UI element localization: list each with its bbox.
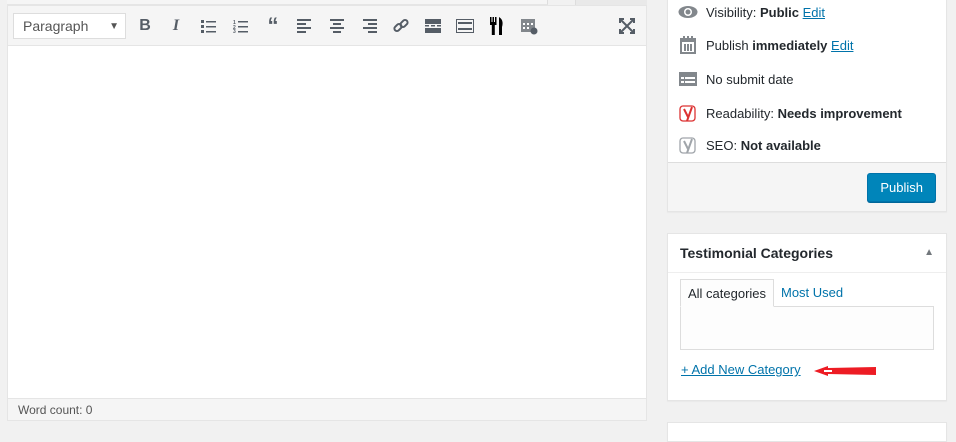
align-left-button[interactable] [293,14,317,38]
format-select[interactable]: Paragraph ▼ [13,13,126,39]
word-count: Word count: 0 [8,398,646,420]
testimonial-categories-box: Testimonial Categories ▲ All categories M… [667,233,947,401]
chevron-down-icon: ▼ [109,21,119,32]
numbered-list-button[interactable]: 123 [229,14,253,38]
bold-button[interactable]: B [133,14,157,38]
bulleted-list-button[interactable] [197,14,221,38]
add-new-category-link[interactable]: + Add New Category [681,362,801,377]
readability-row: Readability: Needs improvement [678,103,902,123]
readability-value: Needs improvement [777,105,902,121]
visibility-label: Visibility: [706,4,757,20]
yoast-readability-icon [678,103,698,123]
seo-label: SEO: [706,137,738,153]
eye-icon [678,2,698,22]
submit-date-text: No submit date [706,71,794,87]
align-center-button[interactable] [325,14,349,38]
italic-button[interactable]: I [164,14,188,38]
link-icon[interactable] [389,14,413,38]
seo-value: Not available [740,137,821,153]
annotation-arrow [814,366,876,376]
tab-all-categories[interactable]: All categories [680,279,775,307]
fork-knife-icon[interactable] [485,14,509,38]
editor-content-area[interactable] [8,46,646,398]
read-more-button[interactable] [421,14,445,38]
tab-most-used[interactable]: Most Used [774,279,850,307]
editor-toolbar: Paragraph ▼ B I 123 “ [8,6,646,46]
calendar-schedule-icon[interactable] [517,14,541,38]
collapse-arrow-icon[interactable]: ▲ [924,247,934,258]
categories-checklist[interactable] [680,306,934,350]
svg-text:3: 3 [233,29,236,33]
publish-button[interactable]: Publish [867,173,936,202]
form-icon [678,69,698,89]
align-right-button[interactable] [357,14,381,38]
edit-visibility-link[interactable]: Edit [803,5,825,20]
visibility-row: Visibility: Public Edit [678,2,825,22]
blockquote-button[interactable]: “ [261,13,285,38]
seo-row: SEO: Not available [678,135,821,155]
categories-header[interactable]: Testimonial Categories ▲ [668,234,946,273]
visibility-value: Public [759,4,799,20]
toolbar-toggle-icon[interactable] [453,14,477,38]
publish-value: immediately [752,37,828,53]
readability-label: Readability: [706,105,774,121]
submit-date-row: No submit date [678,69,793,89]
next-meta-box [667,422,947,442]
categories-title: Testimonial Categories [680,245,834,261]
yoast-seo-icon [678,135,698,155]
publish-label: Publish [706,37,749,53]
edit-publish-date-link[interactable]: Edit [831,38,853,53]
publish-box: Visibility: Public Edit Publish immediat… [667,0,947,212]
format-select-value: Paragraph [23,18,89,34]
content-editor: Paragraph ▼ B I 123 “ Word count: 0 [7,5,647,421]
publish-date-row: Publish immediately Edit [678,35,853,55]
calendar-icon [678,35,698,55]
publish-actions: Publish [668,162,946,211]
fullscreen-icon[interactable] [615,14,639,38]
